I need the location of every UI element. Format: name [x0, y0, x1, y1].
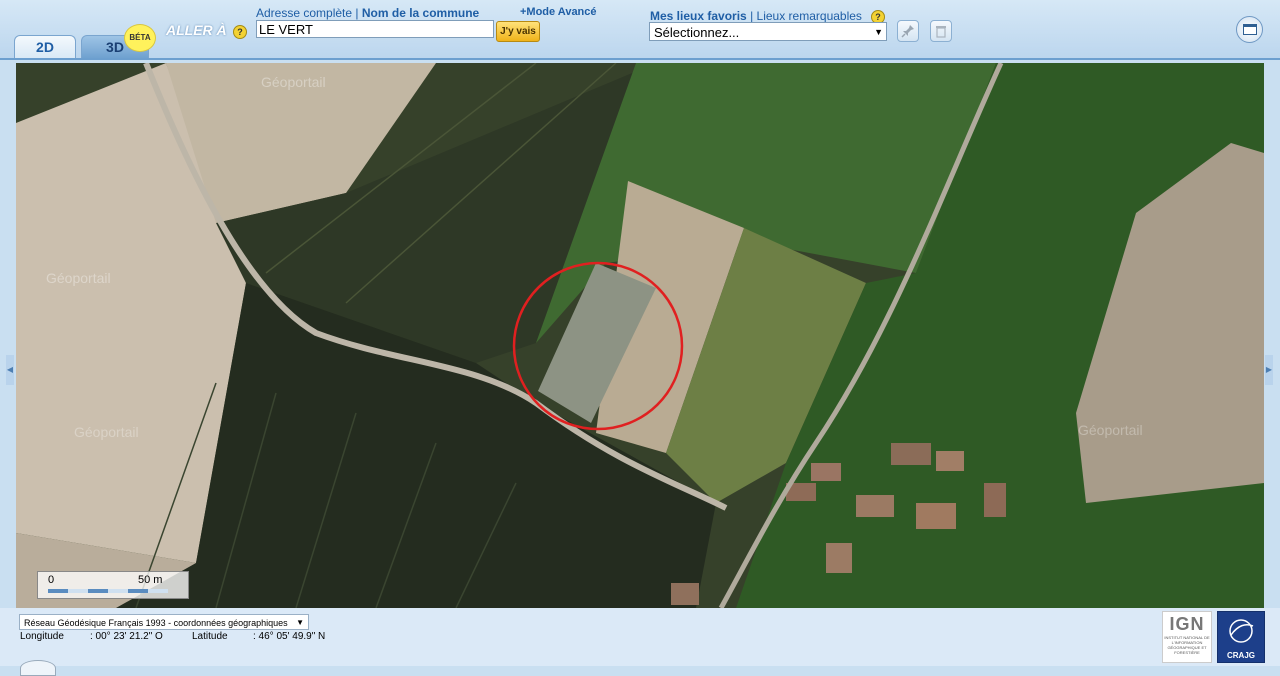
watermark: Géoportail: [261, 74, 326, 90]
crs-select-value: Réseau Géodésique Français 1993 - coordo…: [24, 618, 288, 628]
advanced-mode-link[interactable]: +Mode Avancé: [520, 6, 597, 18]
crajg-logo[interactable]: CRAJG: [1217, 611, 1265, 663]
watermark: Géoportail: [46, 270, 111, 286]
scale-line: [48, 589, 168, 593]
remarkable-places-link[interactable]: Lieux remarquables: [757, 9, 862, 23]
window-icon: [1242, 24, 1257, 35]
delete-button[interactable]: [930, 20, 952, 42]
left-panel-toggle[interactable]: ◀: [6, 355, 14, 385]
coordinates-bar: Réseau Géodésique Français 1993 - coordo…: [0, 608, 1280, 666]
goto-label: ALLER À: [166, 22, 227, 38]
beta-badge: BÉTA: [124, 24, 156, 52]
favorites-select-value: Sélectionnez...: [654, 25, 740, 40]
right-panel-toggle[interactable]: ▶: [1265, 355, 1273, 385]
favorites-header: Mes lieux favoris | Lieux remarquables: [650, 9, 862, 23]
latitude-label: Latitude: [192, 631, 228, 642]
crajg-logo-text: CRAJG: [1226, 651, 1255, 660]
trash-icon: [936, 26, 946, 38]
mode-commune-link[interactable]: Nom de la commune: [362, 6, 479, 20]
go-button[interactable]: J'y vais: [496, 21, 540, 42]
aerial-map: Géoportail Géoportail Géoportail Géoport…: [16, 63, 1264, 608]
crs-select[interactable]: Réseau Géodésique Français 1993 - coordo…: [19, 614, 309, 630]
map-view[interactable]: Géoportail Géoportail Géoportail Géoport…: [16, 63, 1264, 608]
longitude-label: Longitude: [20, 631, 64, 642]
dropdown-arrow-icon: ▼: [874, 27, 883, 37]
favorites-separator: |: [750, 9, 754, 23]
favorites-select[interactable]: Sélectionnez... ▼: [649, 22, 887, 41]
ign-logo-subtitle: INSTITUT NATIONAL DE L'INFORMATION GÉOGR…: [1164, 635, 1210, 655]
pin-icon: [901, 25, 914, 38]
tab-2d[interactable]: 2D: [14, 35, 76, 58]
latitude-value: : 46° 05' 49.9" N: [253, 631, 326, 642]
ign-logo-text: IGN: [1169, 614, 1205, 634]
scale-distance-label: 50 m: [138, 574, 163, 586]
search-mode-selector: Adresse complète | Nom de la commune: [256, 6, 479, 20]
watermark: Géoportail: [1078, 422, 1143, 438]
scale-bar: 0 50 m: [37, 571, 189, 599]
corner-control[interactable]: [20, 660, 56, 676]
ign-logo[interactable]: IGN INSTITUT NATIONAL DE L'INFORMATION G…: [1162, 611, 1212, 663]
watermark: Géoportail: [74, 424, 139, 440]
window-button[interactable]: [1236, 16, 1263, 43]
mode-full-address-link[interactable]: Adresse complète: [256, 6, 352, 20]
mode-separator: |: [355, 6, 359, 20]
favorites-link[interactable]: Mes lieux favoris: [650, 9, 747, 23]
address-search-input[interactable]: [256, 20, 494, 38]
top-toolbar: 2D 3D BÉTA ALLER À ? Adresse complète | …: [0, 0, 1280, 60]
dropdown-arrow-icon: ▼: [296, 618, 304, 627]
help-icon[interactable]: ?: [233, 25, 247, 39]
scale-zero-label: 0: [48, 574, 55, 586]
pin-button[interactable]: [897, 20, 919, 42]
longitude-value: : 00° 23' 21.2" O: [90, 631, 163, 642]
globe-icon: [1229, 619, 1254, 643]
